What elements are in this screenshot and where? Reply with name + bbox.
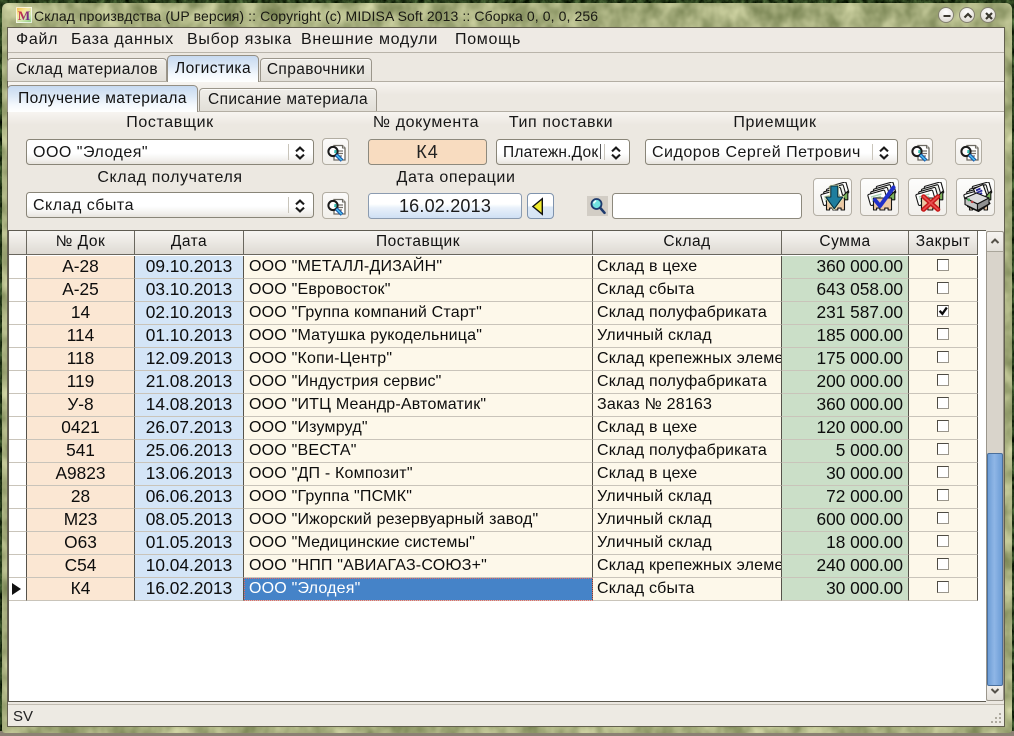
- svg-text:M: M: [18, 8, 30, 23]
